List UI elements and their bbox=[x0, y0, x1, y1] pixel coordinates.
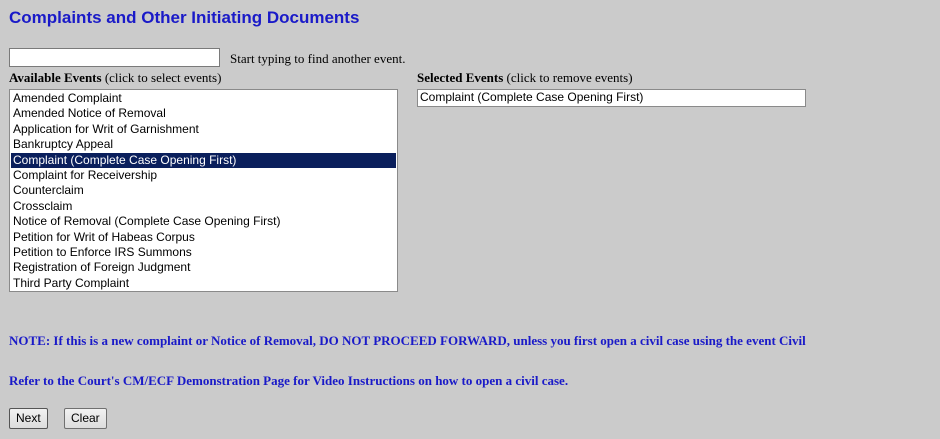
event-option[interactable]: Petition for Writ of Habeas Corpus bbox=[11, 230, 396, 245]
clear-button[interactable]: Clear bbox=[64, 408, 107, 429]
event-option[interactable]: Registration of Foreign Judgment bbox=[11, 260, 396, 275]
event-option[interactable]: Third Party Complaint bbox=[11, 276, 396, 291]
event-option[interactable]: Complaint (Complete Case Opening First) bbox=[11, 152, 396, 168]
next-button[interactable]: Next bbox=[9, 408, 48, 429]
available-events-heading: Available Events bbox=[9, 70, 102, 85]
selected-events-label: Selected Events (click to remove events) bbox=[417, 70, 633, 86]
demo-page-reference: Refer to the Court's CM/ECF Demonstratio… bbox=[9, 373, 569, 388]
available-events-label: Available Events (click to select events… bbox=[9, 70, 221, 86]
event-option[interactable]: Bankruptcy Appeal bbox=[11, 137, 396, 152]
search-hint: Start typing to find another event. bbox=[230, 51, 406, 66]
event-option[interactable]: Application for Writ of Garnishment bbox=[11, 122, 396, 137]
event-option[interactable]: Amended Complaint bbox=[11, 91, 396, 106]
event-option[interactable]: Amended Notice of Removal bbox=[11, 106, 396, 121]
available-events-list[interactable]: Amended Complaint Amended Notice of Remo… bbox=[9, 89, 398, 292]
event-option[interactable]: Complaint for Receivership bbox=[11, 168, 396, 183]
available-events-instruction: (click to select events) bbox=[101, 70, 222, 85]
page-title: Complaints and Other Initiating Document… bbox=[9, 8, 360, 27]
new-case-note: NOTE: If this is a new complaint or Noti… bbox=[9, 333, 806, 348]
event-option[interactable]: Counterclaim bbox=[11, 183, 396, 198]
event-option[interactable]: Notice of Removal (Complete Case Opening… bbox=[11, 214, 396, 229]
event-option[interactable]: Petition to Enforce IRS Summons bbox=[11, 245, 396, 260]
event-search-input[interactable] bbox=[9, 48, 220, 67]
event-option[interactable]: Crossclaim bbox=[11, 199, 396, 214]
selected-events-list[interactable]: Complaint (Complete Case Opening First) bbox=[417, 89, 806, 107]
selected-events-heading: Selected Events bbox=[417, 70, 504, 85]
selected-events-instruction: (click to remove events) bbox=[503, 70, 633, 85]
selected-event-item[interactable]: Complaint (Complete Case Opening First) bbox=[420, 90, 805, 105]
